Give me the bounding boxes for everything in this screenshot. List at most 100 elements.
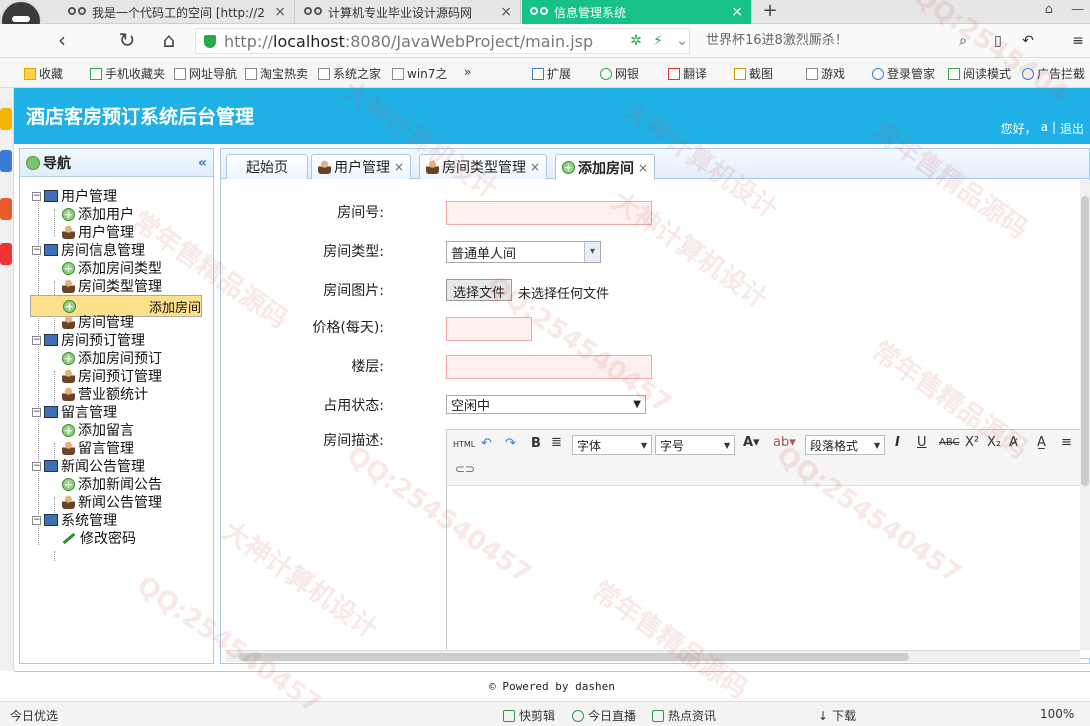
choose-file-button[interactable]: 选择文件 — [446, 279, 513, 301]
weibo-icon[interactable] — [0, 198, 12, 220]
scroll-thumb[interactable] — [239, 653, 909, 661]
new-tab-button[interactable]: + — [760, 0, 780, 24]
star-icon[interactable] — [0, 108, 12, 130]
collapse-icon[interactable]: « — [198, 155, 207, 171]
nav-item-add-user[interactable]: + 添加用户 — [62, 205, 134, 223]
status-live[interactable]: 今日直播 — [572, 707, 636, 724]
tab-user-manage[interactable]: 用户管理 × — [311, 154, 412, 179]
undo-icon[interactable]: ↶ — [1020, 33, 1036, 49]
font-format-icon[interactable]: A̲ — [1037, 435, 1046, 450]
phone-icon[interactable]: ▯ — [990, 33, 1006, 49]
back-icon[interactable]: ‹ — [50, 28, 74, 52]
collapse-toggle-icon[interactable]: − — [32, 461, 41, 471]
bookmark-item[interactable]: win7之 — [392, 65, 447, 82]
menu-icon[interactable]: ≡ — [1070, 33, 1086, 49]
nav-item-revenue-stats[interactable]: 营业额统计 — [62, 385, 148, 403]
bookmark-item[interactable]: 淘宝热卖 — [245, 65, 308, 82]
bold-icon[interactable]: B — [531, 436, 541, 451]
close-icon[interactable]: × — [530, 160, 540, 174]
settings-icon[interactable]: ✲ — [628, 33, 644, 49]
collapse-toggle-icon[interactable]: − — [32, 245, 41, 255]
nav-group-user[interactable]: − 用户管理 — [32, 187, 117, 205]
lightning-icon[interactable]: ⚡ — [650, 33, 666, 49]
nav-item-news-manage[interactable]: 新闻公告管理 — [62, 493, 162, 511]
undo-icon[interactable]: ↶ — [481, 436, 492, 451]
tab-room-type-manage[interactable]: 房间类型管理 × — [419, 154, 548, 179]
close-icon[interactable]: × — [274, 4, 286, 20]
close-icon[interactable]: × — [638, 161, 648, 175]
nav-item-booking-manage[interactable]: 房间预订管理 — [62, 367, 162, 385]
status-download[interactable]: ↓ 下载 — [818, 707, 856, 724]
bookmark-item[interactable]: 手机收藏夹 — [90, 65, 165, 82]
nav-item-add-message[interactable]: + 添加留言 — [62, 421, 134, 439]
home-icon[interactable]: ⌂ — [1045, 2, 1053, 17]
search-icon[interactable]: ⌕ — [955, 33, 971, 49]
nav-item-change-password[interactable]: 修改密码 — [62, 529, 136, 547]
chevron-down-icon[interactable]: ⌄ — [674, 33, 690, 49]
bookmark-item[interactable]: 网银 — [600, 65, 639, 82]
nav-item-room-manage[interactable]: 房间管理 — [62, 313, 134, 331]
tab-add-room[interactable]: + 添加房间 × — [555, 154, 656, 180]
room-no-input[interactable] — [446, 201, 652, 225]
vertical-scrollbar[interactable] — [1080, 180, 1090, 650]
strikethrough-icon[interactable]: ABC — [939, 437, 960, 448]
link-icon[interactable]: ⊂⊃ — [455, 462, 475, 476]
bookmark-item[interactable]: 登录管家 — [872, 65, 935, 82]
doc-icon[interactable] — [0, 150, 12, 172]
status-today-picks[interactable]: 今日优选 — [10, 707, 58, 724]
highlight-icon[interactable]: ab▾ — [773, 435, 796, 450]
close-icon[interactable]: × — [394, 160, 404, 174]
collapse-toggle-icon[interactable]: − — [32, 191, 41, 201]
tab-home[interactable]: 起始页 — [226, 154, 308, 179]
paragraph-format-select[interactable]: 段落格式 ▼ — [805, 435, 885, 455]
nav-group-booking[interactable]: − 房间预订管理 — [32, 331, 145, 349]
search-suggestion[interactable]: 世界杯16进8激烈厮杀！ — [700, 28, 950, 54]
bookmark-item[interactable]: 收藏 — [24, 65, 63, 82]
html-source-button[interactable]: HTML — [453, 440, 475, 449]
nav-group-news[interactable]: − 新闻公告管理 — [32, 457, 145, 475]
collapse-toggle-icon[interactable]: − — [32, 407, 41, 417]
browser-tab-3[interactable]: 信息管理系统 × — [522, 0, 752, 24]
nav-item-add-room-type[interactable]: + 添加房间类型 — [62, 259, 162, 277]
browser-tab-2[interactable]: 计算机专业毕业设计源码网 × — [296, 0, 521, 24]
nav-item-user-manage[interactable]: 用户管理 — [62, 223, 134, 241]
bookmark-item[interactable]: 网址导航 — [174, 65, 237, 82]
font-select[interactable]: 字体 ▼ — [572, 435, 652, 455]
status-select[interactable]: 空闲中 ▼ — [446, 395, 646, 414]
underline-icon[interactable]: U — [917, 435, 927, 450]
app-icon[interactable] — [0, 243, 12, 265]
italic-icon[interactable]: I — [895, 435, 900, 450]
minimize-icon[interactable]: — — [1071, 2, 1084, 17]
browser-tab-1[interactable]: 我是一个代码工的空间 [http://2 × — [60, 0, 295, 24]
bookmark-item[interactable]: 广告拦截 — [1022, 65, 1085, 82]
status-news[interactable]: 热点资讯 — [652, 707, 716, 724]
home-icon[interactable]: ⌂ — [157, 28, 181, 52]
subscript-icon[interactable]: X₂ — [987, 435, 1001, 450]
zoom-level[interactable]: 100% — [1040, 707, 1074, 721]
redo-icon[interactable]: ↷ — [505, 436, 516, 451]
close-icon[interactable]: × — [731, 4, 743, 20]
font-color-icon[interactable]: A▾ — [743, 435, 760, 450]
logout-link[interactable]: 退出 — [1060, 120, 1084, 137]
nav-group-message[interactable]: − 留言管理 — [32, 403, 117, 421]
bookmark-item[interactable]: 扩展 — [532, 65, 571, 82]
close-icon[interactable]: × — [500, 4, 512, 20]
clear-format-icon[interactable]: A̷ — [1009, 435, 1018, 450]
nav-group-room-info[interactable]: − 房间信息管理 — [32, 241, 145, 259]
bookmark-overflow[interactable]: » — [464, 65, 471, 79]
scroll-thumb[interactable] — [1081, 196, 1089, 486]
nav-group-system[interactable]: − 系统管理 — [32, 511, 117, 529]
font-size-select[interactable]: 字号 ▼ — [655, 435, 735, 455]
floor-input[interactable] — [446, 355, 652, 379]
nav-item-room-type-manage[interactable]: 房间类型管理 — [62, 277, 162, 295]
price-input[interactable] — [446, 317, 532, 341]
nav-item-add-booking[interactable]: + 添加房间预订 — [62, 349, 162, 367]
description-editor[interactable]: HTML ↶ ↷ B ≣ 字体 ▼ 字号 ▼ A▾ ab▾ 段落格式 ▼ I U AB… — [446, 429, 1090, 659]
superscript-icon[interactable]: X² — [965, 435, 979, 450]
nav-item-add-news[interactable]: + 添加新闻公告 — [62, 475, 162, 493]
bookmark-item[interactable]: 翻译 — [668, 65, 707, 82]
horizontal-scrollbar[interactable] — [225, 650, 1080, 662]
url-field[interactable]: http://localhost:8080/JavaWebProject/mai… — [195, 28, 690, 54]
room-type-select[interactable]: 普通单人间 ▾ — [446, 241, 601, 263]
nav-item-message-manage[interactable]: 留言管理 — [62, 439, 134, 457]
